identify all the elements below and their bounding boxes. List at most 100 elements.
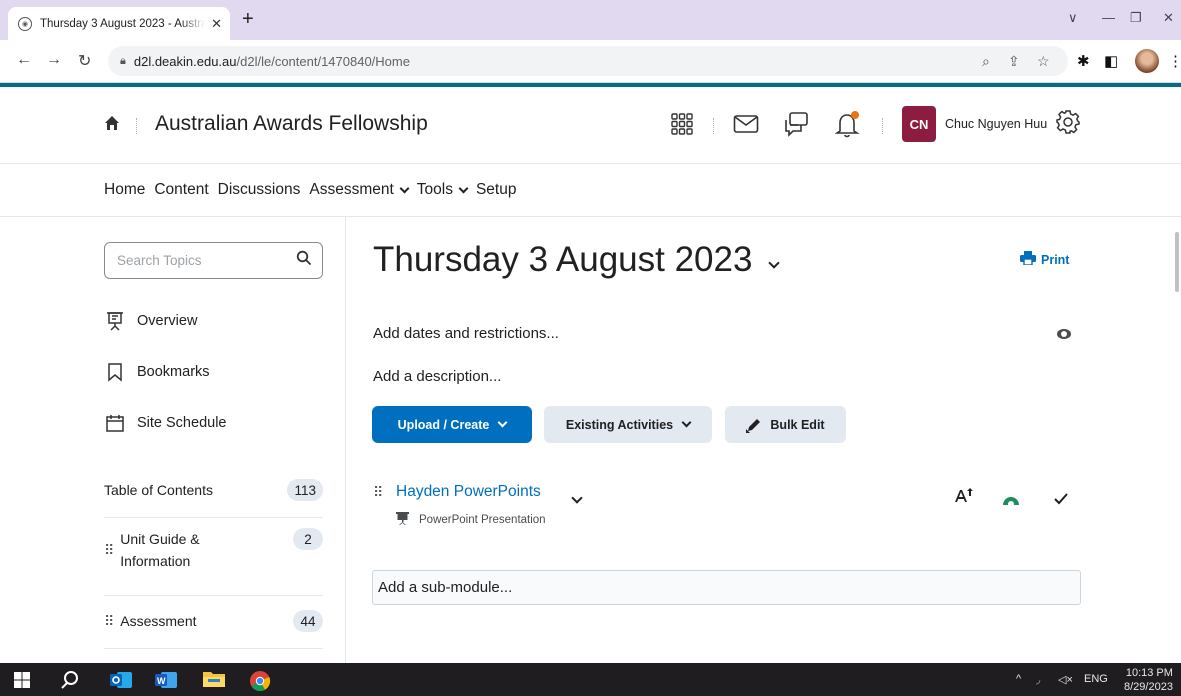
overview-icon [104, 311, 126, 331]
module-count-badge: 2 [293, 528, 323, 550]
course-selector-icon[interactable] [667, 109, 697, 139]
chevron-down-icon [497, 417, 508, 428]
module-title[interactable]: Thursday 3 August 2023 [373, 240, 781, 280]
taskbar-clock[interactable]: 10:13 PM 8/29/2023 [1124, 666, 1173, 694]
browser-toolbar: ← → ↻ 🔒︎ d2l.deakin.edu.au/d2l/le/conten… [0, 40, 1181, 83]
home-icon[interactable] [104, 115, 120, 136]
topic-type-label: PowerPoint Presentation [419, 514, 546, 526]
add-description-link[interactable]: Add a description... [373, 368, 501, 385]
completion-tracking-icon[interactable] [955, 488, 975, 509]
back-icon[interactable]: ← [16, 51, 32, 69]
site-favicon-icon: ◉ [18, 16, 32, 31]
sidebar-module-assessment[interactable]: ⠿ Assessment 44 [104, 610, 323, 632]
browser-tabstrip: ◉ Thursday 3 August 2023 - Australian Aw… [0, 0, 1181, 40]
window-close-icon[interactable]: ✕ [1163, 10, 1174, 26]
nav-content[interactable]: Content [154, 181, 208, 199]
gear-icon[interactable] [1055, 109, 1081, 140]
share-icon[interactable]: ⇪ [1008, 53, 1020, 70]
zoom-icon[interactable]: ⌕ [982, 53, 990, 70]
tab-search-icon[interactable]: ∨ [1068, 10, 1078, 26]
restore-icon[interactable]: ❐ [1130, 10, 1142, 26]
user-avatar[interactable]: CN [902, 106, 936, 142]
sidebar-module-unit-guide[interactable]: ⠿ Unit Guide & Information 2 [104, 528, 323, 572]
discussion-alerts-icon[interactable] [781, 109, 811, 139]
profile-avatar[interactable] [1135, 49, 1159, 73]
taskbar-search-icon[interactable] [60, 670, 80, 690]
windows-start-icon[interactable] [14, 672, 34, 692]
bookmark-icon [104, 362, 126, 382]
minimize-icon[interactable]: — [1102, 10, 1115, 25]
topic-row: ⠿ Hayden PowerPoints PowerPoint Presenta… [373, 480, 1081, 530]
header-divider [882, 118, 883, 134]
nav-assessment[interactable]: Assessment [309, 181, 410, 199]
nav-discussions[interactable]: Discussions [218, 181, 301, 199]
page-scrollbar[interactable] [1175, 232, 1179, 292]
nav-setup-label: Setup [475, 181, 517, 198]
chevron-down-icon[interactable] [571, 492, 583, 504]
tray-overflow-icon[interactable]: ^ [1016, 673, 1021, 685]
sidebar-item-bookmarks[interactable]: Bookmarks [104, 362, 210, 382]
header-divider [136, 118, 137, 134]
forward-icon[interactable]: → [46, 51, 62, 69]
windows-taskbar: W ^ ◞ ◁× ENG 10:13 PM 8/29/2023 [0, 663, 1181, 696]
bookmark-star-icon[interactable]: ☆ [1037, 53, 1050, 70]
tab-close-icon[interactable]: ✕ [211, 16, 222, 32]
visibility-toggle-icon[interactable] [1002, 493, 1020, 511]
module-title-wrap: ⠿ Unit Guide & Information [104, 528, 220, 572]
sidebar-divider [104, 648, 323, 649]
drag-handle-icon[interactable]: ⠿ [104, 613, 114, 630]
chevron-down-icon[interactable] [768, 257, 781, 269]
checkmark-icon[interactable] [1054, 492, 1068, 510]
file-explorer-icon[interactable] [203, 670, 225, 690]
sidebar-item-overview[interactable]: Overview [104, 311, 197, 331]
nav-content-label: Content [154, 181, 209, 198]
update-alerts-icon[interactable] [833, 109, 863, 139]
upload-create-button[interactable]: Upload / Create [372, 406, 532, 443]
message-alerts-icon[interactable] [731, 109, 761, 139]
sidebar-item-label: Site Schedule [137, 415, 227, 431]
drag-handle-icon[interactable]: ⠿ [104, 542, 114, 559]
nav-tools[interactable]: Tools [417, 181, 469, 199]
wifi-icon[interactable]: ◞ [1036, 673, 1040, 686]
bulk-edit-button[interactable]: Bulk Edit [725, 406, 846, 443]
nav-setup[interactable]: Setup [476, 181, 517, 199]
extensions-icon[interactable]: ✱ [1077, 52, 1090, 70]
search-icon[interactable] [296, 250, 312, 271]
sidebar-item-site-schedule[interactable]: Site Schedule [104, 413, 226, 433]
browser-tab[interactable]: ◉ Thursday 3 August 2023 - Australian Aw… [8, 7, 230, 40]
nav-home-label: Home [104, 181, 146, 198]
volume-muted-icon[interactable]: ◁× [1058, 673, 1073, 686]
chevron-down-icon [399, 183, 410, 193]
outlook-icon[interactable] [110, 670, 132, 690]
clock-time: 10:13 PM [1125, 667, 1173, 679]
chrome-icon[interactable] [249, 670, 271, 692]
drag-handle-icon[interactable]: ⠿ [373, 484, 383, 501]
module-label: Unit Guide & Information [120, 531, 200, 569]
module-title-wrap: ⠿ Assessment [104, 610, 197, 632]
course-title[interactable]: Australian Awards Fellowship [155, 112, 428, 136]
upload-create-label: Upload / Create [397, 417, 490, 432]
chevron-down-icon [458, 183, 469, 193]
menu-icon[interactable]: ⋮ [1168, 52, 1181, 70]
user-name[interactable]: Chuc Nguyen Huu [945, 117, 1047, 131]
print-button[interactable]: Print [1020, 251, 1069, 268]
side-panel-icon[interactable]: ◧ [1104, 52, 1118, 70]
new-tab-button[interactable]: + [242, 9, 254, 29]
sidebar-table-of-contents[interactable]: Table of Contents 113 [104, 479, 323, 501]
existing-activities-button[interactable]: Existing Activities [544, 406, 712, 443]
header-divider [713, 118, 714, 134]
add-dates-restrictions-link[interactable]: Add dates and restrictions... [373, 325, 559, 342]
word-icon[interactable]: W [155, 670, 177, 690]
nav-home[interactable]: Home [104, 181, 145, 199]
address-bar[interactable]: 🔒︎ d2l.deakin.edu.au/d2l/le/content/1470… [108, 46, 1068, 76]
add-submodule-input[interactable]: Add a sub-module... [372, 570, 1081, 605]
toc-label: Table of Contents [104, 482, 213, 498]
search-topics-input[interactable] [117, 253, 296, 268]
topic-title-link[interactable]: Hayden PowerPoints [396, 483, 541, 501]
language-indicator[interactable]: ENG [1084, 673, 1108, 685]
visibility-eye-icon[interactable] [1057, 329, 1071, 339]
reload-icon[interactable]: ↻ [78, 51, 91, 71]
module-label: Assessment [120, 613, 197, 629]
sidebar-item-label: Bookmarks [137, 364, 210, 380]
presentation-icon [396, 512, 409, 528]
